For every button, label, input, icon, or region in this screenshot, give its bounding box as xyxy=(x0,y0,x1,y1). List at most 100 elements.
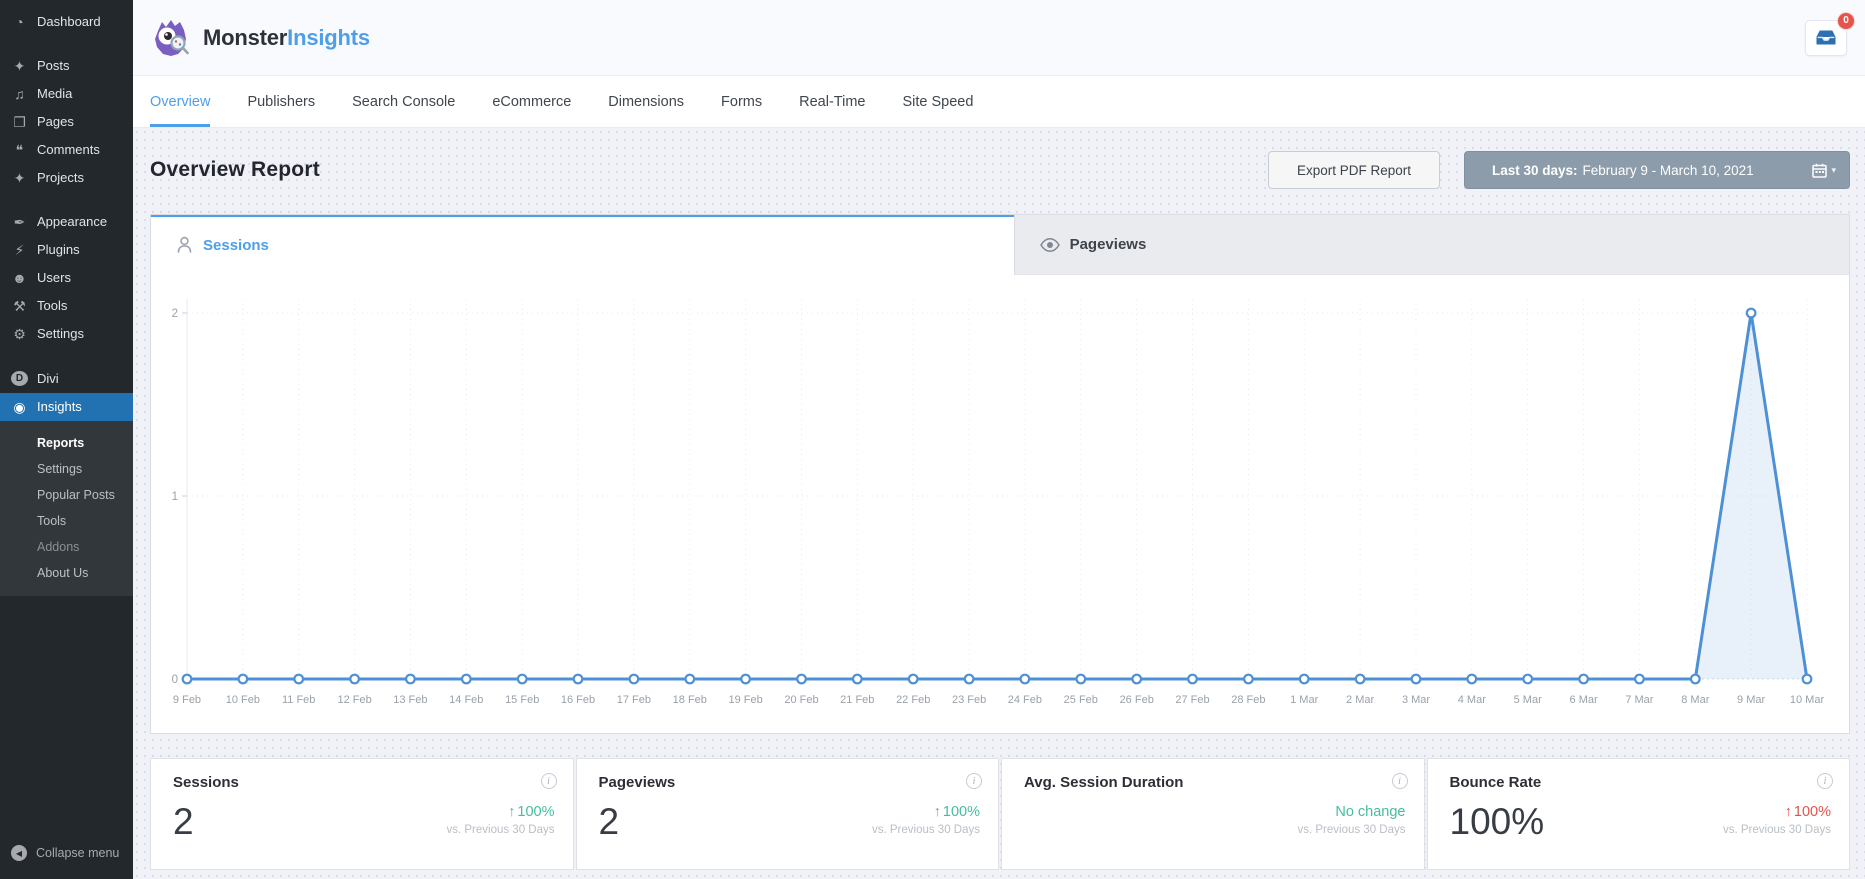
report-content: Overview Report Export PDF Report Last 3… xyxy=(133,128,1865,879)
nav-tab-search-console[interactable]: Search Console xyxy=(352,76,455,127)
nav-tab-forms[interactable]: Forms xyxy=(721,76,762,127)
data-point[interactable] xyxy=(1019,673,1031,685)
comments-icon: ❝ xyxy=(15,142,24,158)
calendar-icon xyxy=(1812,163,1828,178)
sidebar-item-appearance[interactable]: ✒ Appearance xyxy=(0,208,133,236)
data-point[interactable] xyxy=(851,673,863,685)
x-tick-label: 23 Feb xyxy=(952,694,986,706)
data-point[interactable] xyxy=(684,673,696,685)
data-point[interactable] xyxy=(1187,673,1198,685)
stat-card-pageviews: Pageviews i 2 ↑ 100% vs. Previous 30 Days xyxy=(575,758,999,870)
sidebar-item-label: Tools xyxy=(37,298,68,313)
submenu-item-tools[interactable]: Tools xyxy=(0,508,133,534)
data-point[interactable] xyxy=(1410,673,1422,685)
pushpin-icon: ✦ xyxy=(13,58,26,74)
chart-svg: 0 1 2 9 Feb 10 Feb 11 Feb 12 Feb 13 Feb 14 Feb 15… xyxy=(172,299,1824,706)
overview-chart-panel: Sessions Pageviews 0 1 2 9 Feb 10 Feb 11 Feb 1… xyxy=(150,214,1850,734)
change-value: ↑ 100% xyxy=(872,804,980,820)
data-point[interactable] xyxy=(572,673,584,685)
stat-change: ↑ 100% vs. Previous 30 Days xyxy=(446,804,554,836)
data-point[interactable] xyxy=(1633,673,1645,685)
x-tick-label: 9 Mar xyxy=(1737,694,1765,706)
change-value: ↑ 100% xyxy=(446,804,554,820)
data-point[interactable] xyxy=(1578,673,1589,685)
info-icon[interactable]: i xyxy=(1391,773,1408,789)
info-icon[interactable]: i xyxy=(1817,773,1833,789)
x-tick-label: 8 Mar xyxy=(1681,694,1709,706)
tab-pageviews[interactable]: Pageviews xyxy=(1013,215,1849,275)
submenu-item-reports[interactable]: Reports xyxy=(0,430,133,456)
notifications-button[interactable]: 0 xyxy=(1805,11,1855,56)
arrow-up-icon: ↑ xyxy=(1784,804,1792,820)
sidebar-item-insights[interactable]: ◉ Insights xyxy=(0,393,133,421)
data-point[interactable] xyxy=(1745,307,1757,319)
data-point[interactable] xyxy=(1354,673,1366,685)
wp-admin-menu: ◔ Dashboard ✦ Posts ♫ Media ❐ Pages ❝ Comments ✦ Pr… xyxy=(0,8,133,596)
x-tick-label: 7 Mar xyxy=(1625,694,1653,706)
data-point[interactable] xyxy=(963,673,975,685)
sidebar-item-media[interactable]: ♫ Media xyxy=(0,80,133,108)
sidebar-item-label: Comments xyxy=(37,142,100,157)
sidebar-item-divi[interactable]: D Divi xyxy=(0,364,133,393)
data-point[interactable] xyxy=(1298,673,1310,685)
collapse-menu-button[interactable]: ◀ Collapse menu xyxy=(0,835,133,879)
x-tick-label: 15 Feb xyxy=(505,694,539,706)
submenu-item-popular-posts[interactable]: Popular Posts xyxy=(0,482,133,508)
x-tick-label: 5 Mar xyxy=(1514,694,1542,706)
nav-tab-overview[interactable]: Overview xyxy=(150,76,211,127)
date-range-picker[interactable]: Last 30 days: February 9 - March 10, 202… xyxy=(1464,151,1850,189)
data-point[interactable] xyxy=(349,673,361,685)
data-point[interactable] xyxy=(1689,673,1701,685)
sidebar-item-plugins[interactable]: ⚡ Plugins xyxy=(0,236,133,264)
x-tick-label: 3 Mar xyxy=(1402,694,1430,706)
y-tick-label: 0 xyxy=(172,674,178,686)
submenu-item-addons[interactable]: Addons xyxy=(0,534,133,560)
sidebar-item-pages[interactable]: ❐ Pages xyxy=(0,108,133,136)
sidebar-item-posts[interactable]: ✦ Posts xyxy=(0,52,133,80)
export-pdf-button[interactable]: Export PDF Report xyxy=(1267,151,1440,189)
data-point[interactable] xyxy=(404,673,416,685)
nav-tab-real-time[interactable]: Real-Time xyxy=(799,76,865,127)
nav-tab-site-speed[interactable]: Site Speed xyxy=(902,76,973,127)
data-point[interactable] xyxy=(293,673,305,685)
insights-submenu: Reports Settings Popular Posts Tools Addons A… xyxy=(0,421,133,596)
x-tick-label: 22 Feb xyxy=(896,694,930,706)
nav-tab-publishers[interactable]: Publishers xyxy=(247,76,315,127)
nav-tab-dimensions[interactable]: Dimensions xyxy=(608,76,684,127)
sidebar-item-label: Users xyxy=(37,270,71,285)
nav-tab-ecommerce[interactable]: eCommerce xyxy=(492,76,571,127)
submenu-item-settings[interactable]: Settings xyxy=(0,456,133,482)
sidebar-item-dashboard[interactable]: ◔ Dashboard xyxy=(0,8,133,36)
data-point[interactable] xyxy=(1075,673,1087,685)
sidebar-item-settings[interactable]: ⚙ Settings xyxy=(0,320,133,348)
data-point[interactable] xyxy=(181,673,193,685)
report-actions: Export PDF Report Last 30 days: February… xyxy=(1267,151,1850,189)
info-icon[interactable]: i xyxy=(540,773,557,789)
data-point[interactable] xyxy=(1466,673,1478,685)
data-point[interactable] xyxy=(1801,673,1813,685)
sidebar-item-projects[interactable]: ✦ Projects xyxy=(0,164,133,192)
data-point[interactable] xyxy=(1522,673,1534,685)
x-tick-label: 2 Mar xyxy=(1346,694,1374,706)
sidebar-item-tools[interactable]: ⚒ Tools xyxy=(0,292,133,320)
data-point[interactable] xyxy=(237,673,249,685)
submenu-item-about-us[interactable]: About Us xyxy=(0,560,133,586)
data-point[interactable] xyxy=(460,673,472,685)
data-point[interactable] xyxy=(907,673,919,685)
x-tick-label: 10 Feb xyxy=(226,694,260,706)
tab-sessions[interactable]: Sessions xyxy=(151,215,1014,275)
stat-change: ↑ 100% vs. Previous 30 Days xyxy=(1723,804,1831,836)
sidebar-item-comments[interactable]: ❝ Comments xyxy=(0,136,133,164)
report-header: Overview Report Export PDF Report Last 3… xyxy=(150,150,1850,190)
info-icon[interactable]: i xyxy=(966,773,982,789)
data-point[interactable] xyxy=(628,673,640,685)
x-tick-label: 4 Mar xyxy=(1458,694,1486,706)
data-point[interactable] xyxy=(740,673,751,685)
data-point[interactable] xyxy=(1131,673,1143,685)
data-point[interactable] xyxy=(1242,673,1254,685)
collapse-arrow-icon: ◀ xyxy=(11,845,27,861)
arrow-up-icon: ↑ xyxy=(933,804,941,820)
data-point[interactable] xyxy=(796,673,807,685)
sidebar-item-users[interactable]: ☻ Users xyxy=(0,264,133,292)
data-point[interactable] xyxy=(516,673,528,685)
